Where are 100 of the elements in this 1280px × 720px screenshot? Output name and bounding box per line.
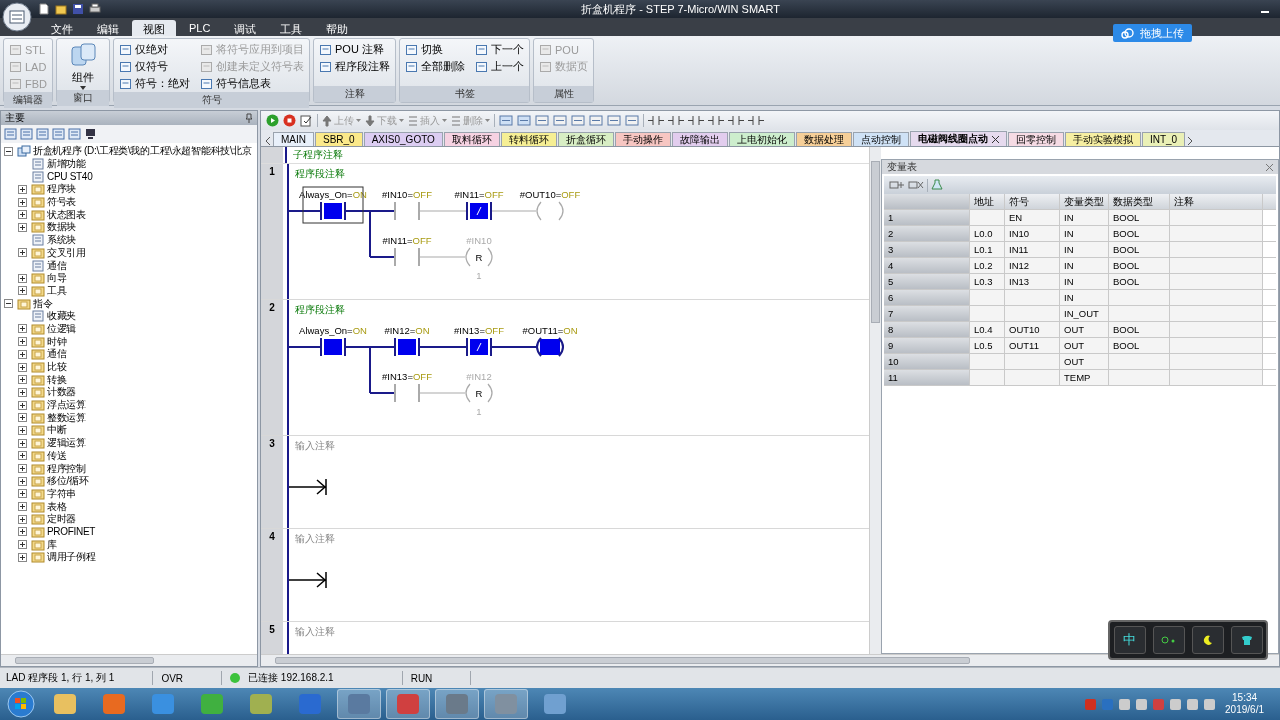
tree-item[interactable]: 时钟: [47, 334, 67, 349]
ribbon-tab[interactable]: 工具: [269, 20, 314, 36]
table-cell[interactable]: BOOL: [1109, 338, 1170, 353]
ribbon-tab[interactable]: 视图: [132, 20, 176, 36]
horizontal-scrollbar[interactable]: [261, 654, 1279, 666]
contact-icon[interactable]: [708, 114, 724, 127]
table-cell[interactable]: [970, 290, 1005, 305]
tree-item[interactable]: 比较: [47, 360, 67, 375]
expand-toggle[interactable]: [18, 362, 27, 372]
expand-toggle[interactable]: [18, 375, 27, 385]
table-cell[interactable]: [1170, 338, 1263, 353]
toolbar-icon[interactable]: [499, 114, 513, 127]
editor-tab[interactable]: 取料循环: [443, 132, 500, 146]
table-cell[interactable]: IN10: [1005, 226, 1060, 241]
ribbon-button[interactable]: 符号：绝对: [119, 75, 190, 92]
collapse-toggle[interactable]: [4, 299, 13, 309]
editor-tab[interactable]: 转料循环: [500, 132, 557, 146]
tree-item[interactable]: 折盒机程序 (D:\工程类\我的工程\永超智能科技\北京: [33, 144, 252, 159]
tree-item[interactable]: CPU ST40: [47, 171, 93, 183]
insert-row-icon[interactable]: [889, 179, 905, 191]
ime-language-button[interactable]: 中: [1113, 626, 1146, 654]
row-number[interactable]: 6: [884, 290, 970, 305]
table-cell[interactable]: IN_OUT: [1060, 306, 1109, 321]
table-cell[interactable]: IN11: [1005, 242, 1060, 257]
ribbon-tab[interactable]: PLC: [178, 20, 222, 36]
tree-item[interactable]: 系统块: [47, 233, 77, 248]
tree-item[interactable]: 通信: [47, 258, 67, 273]
table-cell[interactable]: IN13: [1005, 274, 1060, 289]
tree-item[interactable]: 转换: [47, 372, 67, 387]
toolbar-icon[interactable]: [625, 114, 639, 127]
ribbon-button[interactable]: 组件: [62, 41, 104, 90]
tree-item[interactable]: PROFINET: [47, 526, 96, 538]
table-cell[interactable]: [1170, 306, 1263, 321]
network-comment-placeholder[interactable]: 输入注释: [295, 439, 335, 453]
table-cell[interactable]: [970, 354, 1005, 369]
view-icon[interactable]: [20, 128, 33, 140]
table-cell[interactable]: BOOL: [1109, 226, 1170, 241]
tree-item[interactable]: 逻辑运算: [47, 436, 86, 451]
tree-item[interactable]: 数据块: [47, 220, 77, 235]
expand-toggle[interactable]: [18, 425, 27, 435]
tray-icon[interactable]: [1187, 698, 1199, 710]
expand-toggle[interactable]: [18, 248, 27, 258]
tree-item[interactable]: 向导: [47, 271, 67, 286]
editor-tab[interactable]: 上电初始化: [728, 132, 795, 146]
tray-icon[interactable]: [1170, 698, 1182, 710]
normally-closed-contact[interactable]: [466, 337, 492, 357]
normally-closed-contact[interactable]: [466, 201, 492, 221]
toolbar-icon[interactable]: [517, 114, 531, 127]
editor-tab[interactable]: 折盒循环: [557, 132, 614, 146]
tree-item[interactable]: 收藏夹: [47, 309, 77, 324]
expand-toggle[interactable]: [18, 476, 27, 486]
table-cell[interactable]: [1109, 370, 1170, 385]
normally-open-contact[interactable]: [320, 201, 346, 221]
ime-punctuation-button[interactable]: [1152, 626, 1185, 654]
table-cell[interactable]: L0.5: [970, 338, 1005, 353]
taskbar-app-button[interactable]: [386, 689, 430, 719]
column-header[interactable]: 地址: [970, 194, 1005, 209]
contact-icon[interactable]: [688, 114, 704, 127]
table-cell[interactable]: [1170, 242, 1263, 257]
table-cell[interactable]: [1170, 258, 1263, 273]
contact-icon[interactable]: [748, 114, 764, 127]
ribbon-button[interactable]: 符号信息表: [200, 75, 304, 92]
contact-icon[interactable]: [648, 114, 664, 127]
taskbar-app-button[interactable]: [435, 689, 479, 719]
stop-icon[interactable]: [283, 114, 296, 127]
pin-icon[interactable]: [245, 113, 253, 123]
editor-tab[interactable]: 手动实验模拟: [1064, 132, 1141, 146]
tree-item[interactable]: 程序控制: [47, 461, 86, 476]
table-cell[interactable]: L0.2: [970, 258, 1005, 273]
column-header[interactable]: 变量类型: [1060, 194, 1109, 209]
horizontal-scrollbar[interactable]: [1, 654, 257, 666]
reset-coil[interactable]: [465, 247, 493, 267]
toolbar-icon[interactable]: [571, 114, 585, 127]
taskbar-app-button[interactable]: [484, 689, 528, 719]
expand-toggle[interactable]: [18, 438, 27, 448]
ribbon-button[interactable]: 上一个: [475, 58, 524, 75]
table-cell[interactable]: IN: [1060, 274, 1109, 289]
toolbar-icon[interactable]: [589, 114, 603, 127]
table-cell[interactable]: IN12: [1005, 258, 1060, 273]
expand-toggle[interactable]: [18, 387, 27, 397]
tree-item[interactable]: 库: [47, 537, 57, 552]
new-file-icon[interactable]: [38, 3, 50, 15]
ime-mode-button[interactable]: [1191, 626, 1224, 654]
clock[interactable]: 15:34 2019/6/1: [1225, 692, 1264, 716]
row-number[interactable]: 7: [884, 306, 970, 321]
expand-toggle[interactable]: [18, 540, 27, 550]
table-cell[interactable]: OUT10: [1005, 322, 1060, 337]
table-cell[interactable]: EN: [1005, 210, 1060, 225]
tree-item[interactable]: 定时器: [47, 512, 77, 527]
tree-item[interactable]: 状态图表: [47, 207, 86, 222]
editor-tab[interactable]: 数据处理: [795, 132, 852, 146]
table-cell[interactable]: [1170, 370, 1263, 385]
table-cell[interactable]: OUT: [1060, 354, 1109, 369]
table-cell[interactable]: OUT: [1060, 338, 1109, 353]
tree-item[interactable]: 整数运算: [47, 410, 86, 425]
editor-tab[interactable]: SBR_0: [315, 132, 363, 146]
scroll-right-icon[interactable]: [1186, 136, 1195, 146]
table-cell[interactable]: L0.4: [970, 322, 1005, 337]
tree-item[interactable]: 指令: [33, 296, 53, 311]
editor-tab[interactable]: MAIN: [273, 132, 314, 146]
